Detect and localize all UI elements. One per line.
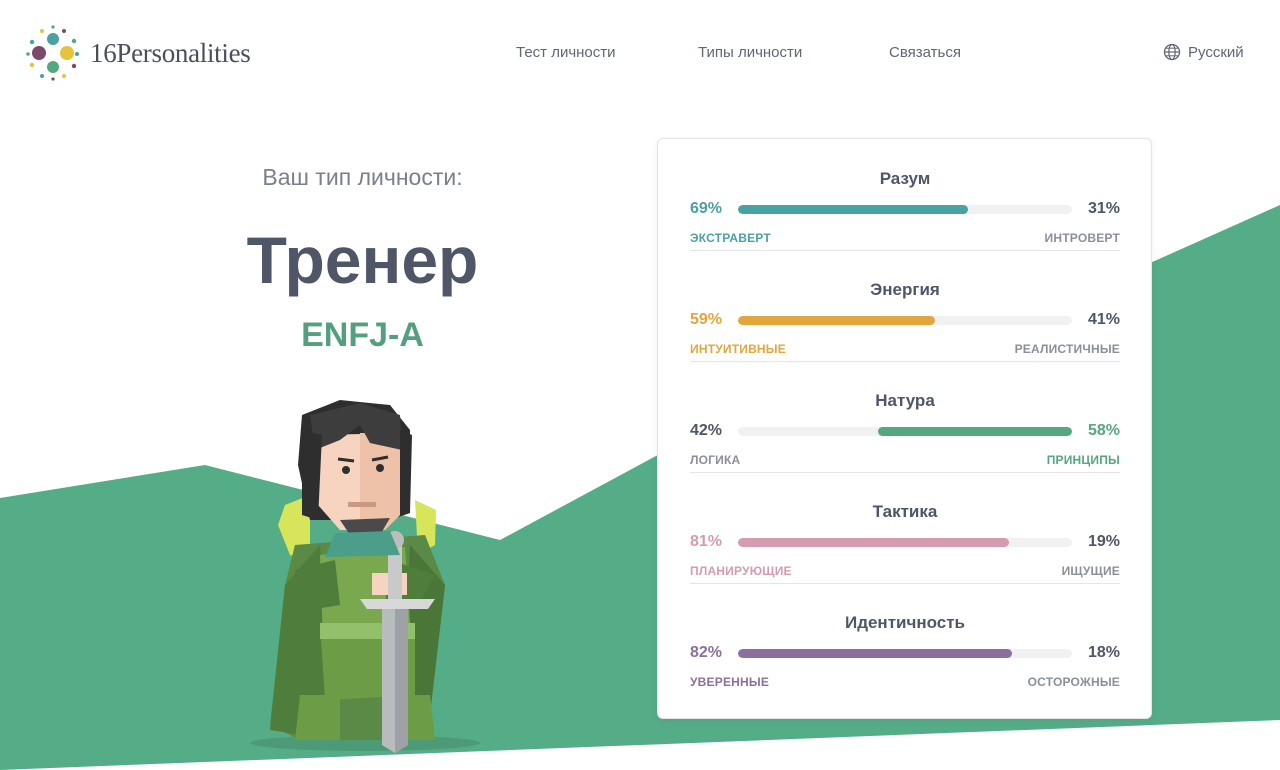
trait-right-percent: 41% [1087, 311, 1120, 328]
trait-right-percent: 58% [1087, 422, 1120, 439]
trait-bar-fill [738, 316, 936, 325]
trait-right-label: РЕАЛИСТИЧНЫЕ [1014, 342, 1120, 356]
trait-left-label: ЭКСТРАВЕРТ [690, 231, 771, 245]
trait-right-label: ИЩУЩИЕ [1061, 564, 1120, 578]
trait-left-percent: 42% [690, 422, 723, 439]
trait-left-label: ЛОГИКА [690, 453, 741, 467]
trait-mind: Разум 69% 31% ЭКСТРАВЕРТ ИНТРОВЕРТ [690, 139, 1120, 250]
character-illustration [250, 400, 480, 753]
trait-bar [738, 205, 1072, 214]
language-selector[interactable]: Русский [1163, 43, 1244, 61]
language-label: Русский [1188, 43, 1244, 61]
trait-title: Энергия [870, 280, 940, 299]
trait-bar [738, 427, 1072, 436]
trait-left-percent: 69% [690, 200, 723, 217]
trait-tactics: Тактика 81% 19% ПЛАНИРУЮЩИЕ ИЩУЩИЕ [690, 472, 1120, 583]
site-header: 16Personalities Тест личности Типы лично… [0, 0, 1280, 105]
trait-bar-fill [738, 205, 969, 214]
nav-personality-test[interactable]: Тест личности [516, 44, 616, 61]
trait-left-label: УВЕРЕННЫЕ [690, 675, 770, 689]
trait-left-percent: 59% [690, 311, 723, 328]
trait-energy: Энергия 59% 41% ИНТУИТИВНЫЕ РЕАЛИСТИЧНЫЕ [690, 250, 1120, 361]
trait-bar-fill [738, 538, 1009, 547]
trait-right-label: ОСТОРОЖНЫЕ [1027, 675, 1120, 689]
trait-left-percent: 82% [690, 644, 723, 661]
trait-identity: Идентичность 82% 18% УВЕРЕННЫЕ ОСТОРОЖНЫ… [690, 583, 1120, 694]
nav-contact[interactable]: Связаться [889, 44, 961, 61]
logo[interactable]: 16Personalities [24, 24, 251, 82]
trait-nature: Натура 42% 58% ЛОГИКА ПРИНЦИПЫ [690, 361, 1120, 472]
trait-right-label: ПРИНЦИПЫ [1046, 453, 1120, 467]
logo-text: 16Personalities [90, 37, 251, 68]
trait-left-label: ПЛАНИРУЮЩИЕ [690, 564, 792, 578]
trait-right-label: ИНТРОВЕРТ [1044, 231, 1120, 245]
trait-title: Натура [875, 391, 935, 410]
personality-type-code: ENFJ-A [301, 316, 424, 354]
personality-type-name: Тренер [246, 223, 479, 297]
trait-right-percent: 18% [1087, 644, 1120, 661]
trait-bar [738, 649, 1072, 658]
trait-left-percent: 81% [690, 533, 723, 550]
trait-bar-fill [878, 427, 1072, 436]
trait-bar [738, 316, 1072, 325]
trait-title: Идентичность [844, 613, 966, 632]
trait-bar-fill [738, 649, 1012, 658]
trait-right-percent: 19% [1087, 533, 1120, 550]
globe-icon [1163, 43, 1181, 61]
trait-bar [738, 538, 1072, 547]
nav-personality-types[interactable]: Типы личности [698, 44, 802, 61]
logo-dots-icon [26, 25, 79, 81]
trait-title: Разум [879, 169, 931, 188]
trait-title: Тактика [872, 502, 938, 521]
traits-card: Разум 69% 31% ЭКСТРАВЕРТ ИНТРОВЕРТ Энерг… [657, 138, 1152, 719]
hero-label: Ваш тип личности: [262, 164, 463, 190]
trait-left-label: ИНТУИТИВНЫЕ [690, 342, 786, 356]
trait-right-percent: 31% [1087, 200, 1120, 217]
